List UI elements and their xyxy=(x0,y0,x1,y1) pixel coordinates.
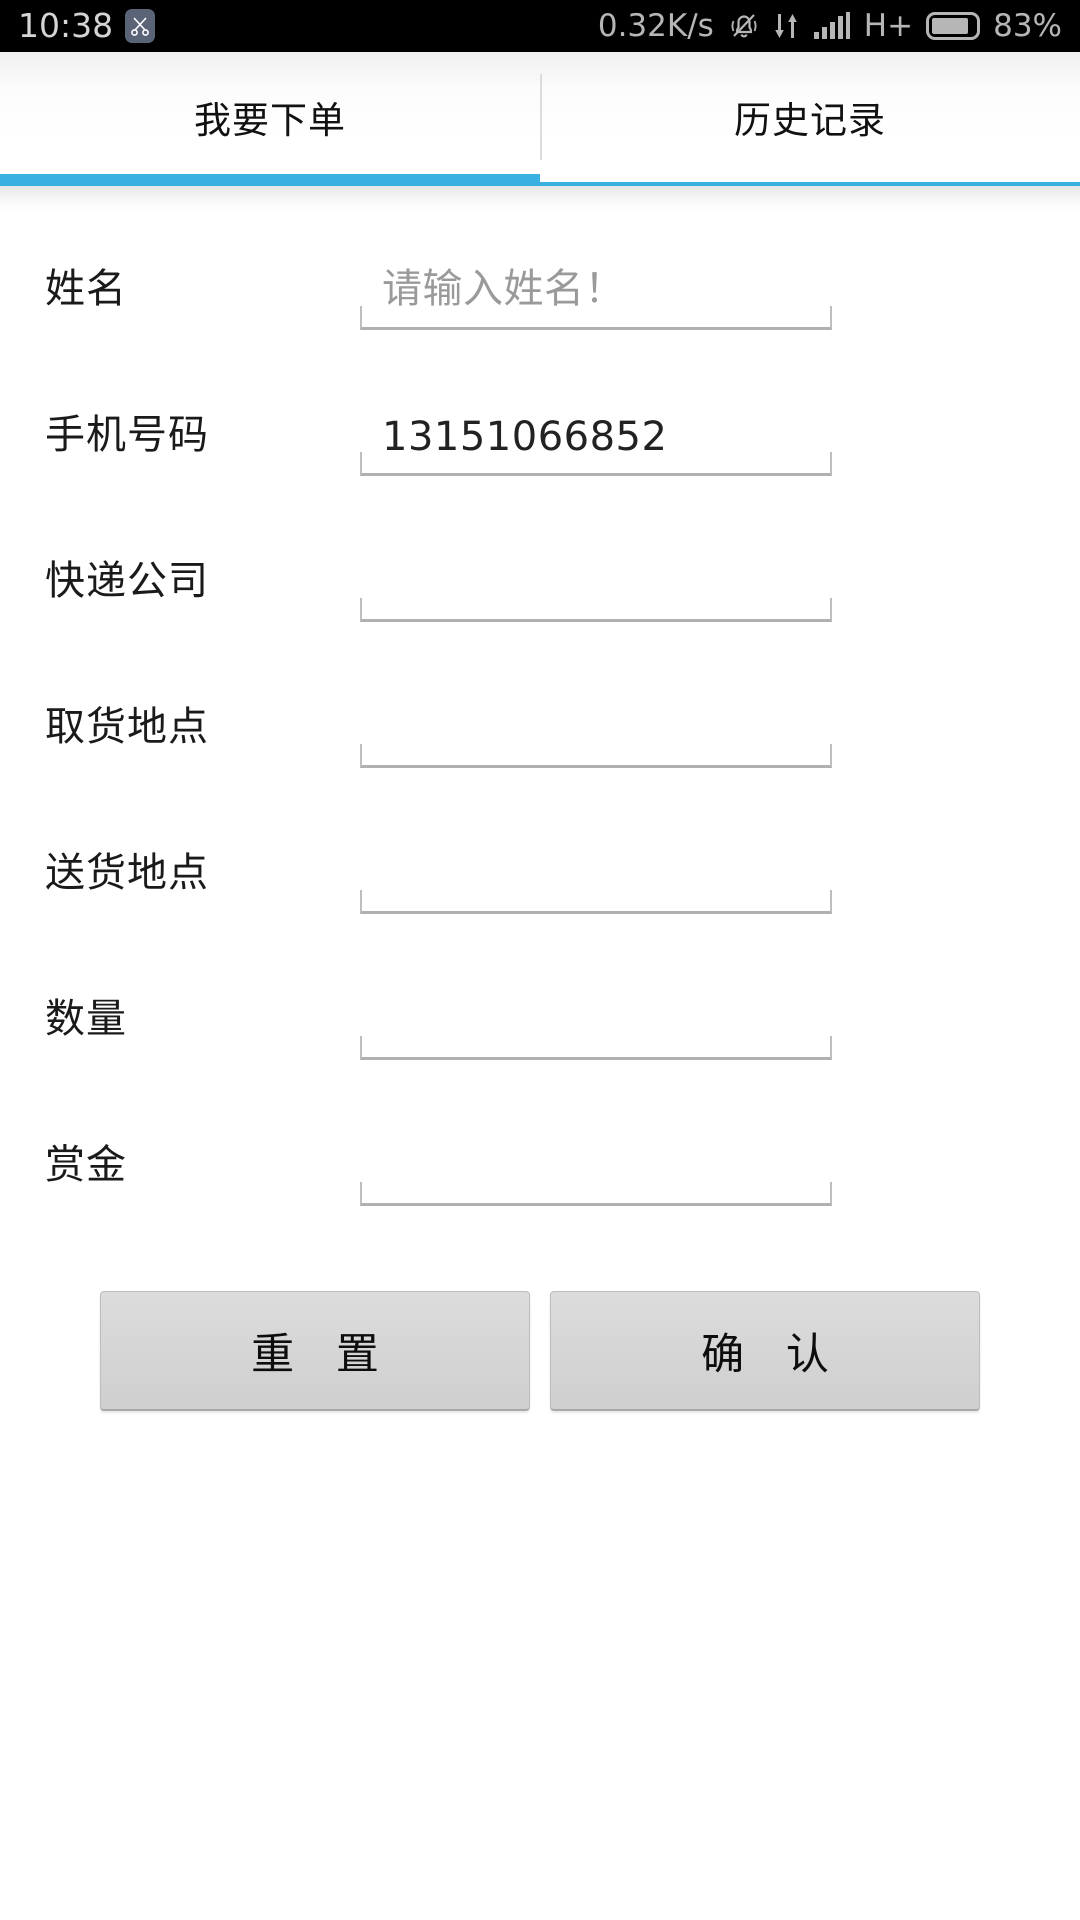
content-area: 姓名 请输入姓名！ 手机号码 13151066852 快递公司 取货地点 送货地… xyxy=(0,186,1080,1920)
status-clock: 10:38 xyxy=(18,6,114,45)
battery-level-fill xyxy=(932,18,969,34)
input-pickup-location-mask xyxy=(358,672,834,744)
input-name[interactable]: 请输入姓名！ xyxy=(358,234,834,332)
confirm-button[interactable]: 确 认 xyxy=(550,1291,980,1411)
label-name: 姓名 xyxy=(45,266,127,312)
status-bar-left: 10:38 xyxy=(18,0,156,52)
form-row: 手机号码 13151066852 xyxy=(0,358,1080,504)
input-pickup-location[interactable] xyxy=(358,672,834,770)
form-row: 姓名 请输入姓名！ xyxy=(0,212,1080,358)
tab-place-order-label: 我要下单 xyxy=(194,99,346,142)
tab-history[interactable]: 历史记录 xyxy=(540,52,1080,182)
input-quantity[interactable] xyxy=(358,964,834,1062)
bell-muted-icon xyxy=(727,9,761,43)
confirm-button-label: 确 认 xyxy=(701,1329,843,1380)
input-delivery-location-mask xyxy=(358,818,834,890)
reset-button[interactable]: 重 置 xyxy=(100,1291,530,1411)
order-form: 姓名 请输入姓名！ 手机号码 13151066852 快递公司 取货地点 送货地… xyxy=(0,212,1080,1234)
status-bar-right: 0.32K/s H+ 83% xyxy=(598,0,1062,52)
form-row: 取货地点 xyxy=(0,650,1080,796)
battery-percent-text: 83% xyxy=(993,8,1062,44)
label-reward: 赏金 xyxy=(45,1142,127,1188)
form-row: 快递公司 xyxy=(0,504,1080,650)
input-express-company[interactable] xyxy=(358,526,834,624)
form-row: 送货地点 xyxy=(0,796,1080,942)
battery-icon xyxy=(926,12,981,40)
network-type-text: H+ xyxy=(863,8,914,44)
scissors-icon xyxy=(125,9,156,43)
tab-bar: 我要下单 历史记录 xyxy=(0,52,1080,182)
tab-indicator-active xyxy=(0,174,540,186)
input-delivery-location[interactable] xyxy=(358,818,834,916)
content-top-shadow xyxy=(0,186,1080,212)
label-delivery-location: 送货地点 xyxy=(45,850,209,896)
tab-history-label: 历史记录 xyxy=(734,99,886,142)
tab-place-order[interactable]: 我要下单 xyxy=(0,52,540,182)
status-bar: 10:38 0.32K/s H+ 83% xyxy=(0,0,1080,52)
reset-button-label: 重 置 xyxy=(251,1329,393,1380)
input-reward-mask xyxy=(358,1110,834,1182)
network-speed-text: 0.32K/s xyxy=(597,8,714,44)
form-row: 赏金 xyxy=(0,1088,1080,1234)
input-phone-value: 13151066852 xyxy=(382,414,668,460)
label-quantity: 数量 xyxy=(45,996,127,1042)
label-pickup-location: 取货地点 xyxy=(45,704,209,750)
label-express-company: 快递公司 xyxy=(45,558,209,604)
signal-bars-icon xyxy=(813,10,851,42)
input-reward[interactable] xyxy=(358,1110,834,1208)
form-action-buttons: 重 置 确 认 xyxy=(0,1291,1080,1431)
label-phone: 手机号码 xyxy=(45,412,209,458)
input-quantity-mask xyxy=(358,964,834,1036)
input-name-placeholder: 请输入姓名！ xyxy=(382,266,625,312)
tab-indicator-track xyxy=(0,174,1080,186)
form-row: 数量 xyxy=(0,942,1080,1088)
data-transfer-arrows-icon xyxy=(774,10,800,42)
input-express-company-mask xyxy=(358,526,834,598)
input-phone[interactable]: 13151066852 xyxy=(358,380,834,478)
